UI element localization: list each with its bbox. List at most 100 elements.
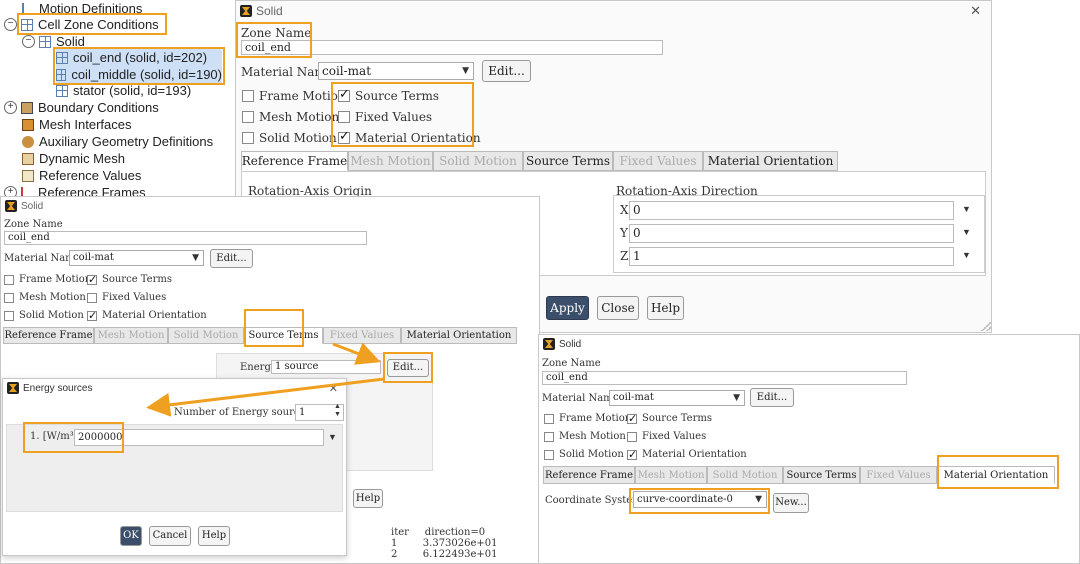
material-orientation-checkbox[interactable]: Material Orientation xyxy=(87,309,207,322)
checkbox-icon xyxy=(4,292,14,303)
axis-x-label: X xyxy=(620,203,629,217)
frame-motion-checkbox[interactable]: Frame Motion xyxy=(544,413,631,424)
boundary-icon xyxy=(21,101,33,114)
resize-grip-icon[interactable] xyxy=(981,321,991,331)
highlight-box xyxy=(23,422,124,453)
tab-mesh-motion[interactable]: Mesh Motion xyxy=(94,327,168,344)
help-button[interactable]: Help xyxy=(647,296,684,320)
zone-icon xyxy=(56,84,68,97)
material-select[interactable]: coil-mat xyxy=(318,62,474,80)
apply-button[interactable]: Apply xyxy=(546,296,589,320)
zone-name-label: Zone Name xyxy=(542,358,601,369)
console-row: 2 6.122493e+01 xyxy=(391,549,498,560)
collapse-icon[interactable]: − xyxy=(22,35,35,48)
fluent-logo-icon xyxy=(240,5,252,17)
edit-material-button[interactable]: Edit... xyxy=(750,388,794,407)
tab-material-orientation[interactable]: Material Orientation xyxy=(401,327,517,344)
geometry-icon xyxy=(22,135,34,148)
material-name-label: Material Name xyxy=(542,393,619,404)
new-coordinate-button[interactable]: New... xyxy=(773,493,809,513)
highlight-box xyxy=(244,309,304,347)
tab-fixed-values[interactable]: Fixed Values xyxy=(613,151,703,171)
zone-name-input[interactable]: coil_end xyxy=(4,231,367,245)
frame-motion-checkbox[interactable]: Frame Motion xyxy=(4,274,91,285)
close-icon[interactable]: ✕ xyxy=(970,3,981,19)
checkbox-icon xyxy=(544,431,554,442)
expand-icon[interactable]: + xyxy=(4,101,17,114)
ok-button[interactable]: OK xyxy=(120,526,142,546)
tab-mesh-motion[interactable]: Mesh Motion xyxy=(635,466,707,484)
checkbox-checked-icon xyxy=(627,412,637,425)
dropdown-arrow-icon[interactable]: ▼ xyxy=(328,432,337,442)
tab-source-terms[interactable]: Source Terms xyxy=(523,151,613,171)
help-button[interactable]: Help xyxy=(198,526,230,546)
tab-solid-motion[interactable]: Solid Motion xyxy=(168,327,244,344)
dialog-titlebar: Solid xyxy=(1,197,539,215)
tab-fixed-values[interactable]: Fixed Values xyxy=(860,466,937,484)
solid-motion-checkbox[interactable]: Solid Motion xyxy=(544,449,624,460)
checkbox-icon xyxy=(242,111,254,123)
highlight-box xyxy=(53,47,225,85)
close-button[interactable]: Close xyxy=(597,296,639,320)
material-select[interactable]: coil-mat xyxy=(69,250,204,266)
direction-y-input[interactable]: 0 xyxy=(629,224,954,243)
direction-x-input[interactable]: 0 xyxy=(629,201,954,220)
tree-item-mesh-interfaces[interactable]: Mesh Interfaces xyxy=(22,116,132,133)
checkbox-icon xyxy=(242,132,254,144)
tab-reference-frame[interactable]: Reference Frame xyxy=(3,327,94,344)
tab-reference-frame[interactable]: Reference Frame xyxy=(241,151,348,171)
tab-material-orientation[interactable]: Material Orientation xyxy=(703,151,838,171)
tab-mesh-motion[interactable]: Mesh Motion xyxy=(348,151,433,171)
fixed-values-checkbox[interactable]: Fixed Values xyxy=(627,431,706,442)
mesh-interface-icon xyxy=(22,118,34,131)
dialog-titlebar: Solid xyxy=(539,335,1079,353)
highlight-box xyxy=(236,22,312,58)
cancel-button[interactable]: Cancel xyxy=(149,526,191,546)
checkbox-icon xyxy=(87,292,97,303)
mesh-motion-checkbox[interactable]: Mesh Motion xyxy=(4,292,86,303)
checkbox-icon xyxy=(4,310,14,321)
dialog-titlebar: Energy sources ✕ xyxy=(3,379,346,397)
checkbox-icon xyxy=(544,413,554,424)
dialog-titlebar: Solid ✕ xyxy=(236,1,991,21)
tab-solid-motion[interactable]: Solid Motion xyxy=(707,466,783,484)
fixed-values-checkbox[interactable]: Fixed Values xyxy=(87,292,166,303)
zone-name-input[interactable]: coil_end xyxy=(542,371,907,385)
edit-material-button[interactable]: Edit... xyxy=(482,60,531,82)
source-terms-checkbox[interactable]: Source Terms xyxy=(87,273,172,286)
checkbox-icon xyxy=(627,431,637,442)
axis-z-label: Z xyxy=(620,249,629,263)
edit-material-button[interactable]: Edit... xyxy=(210,249,253,268)
tree-item-boundary-conditions[interactable]: + Boundary Conditions xyxy=(4,99,159,116)
solid-motion-checkbox[interactable]: Solid Motion xyxy=(4,310,84,321)
fluent-logo-icon xyxy=(543,338,555,350)
console-header: iter direction=0 xyxy=(391,527,486,538)
mesh-motion-checkbox[interactable]: Mesh Motion xyxy=(242,110,339,124)
tree-item-reference-values[interactable]: Reference Values xyxy=(22,167,141,184)
tree-item-auxiliary-geometry[interactable]: Auxiliary Geometry Definitions xyxy=(22,133,213,150)
direction-z-input[interactable]: 1 xyxy=(629,247,954,266)
tree-item-dynamic-mesh[interactable]: Dynamic Mesh xyxy=(22,150,125,167)
tab-solid-motion[interactable]: Solid Motion xyxy=(433,151,523,171)
solid-motion-checkbox[interactable]: Solid Motion xyxy=(242,131,337,145)
highlight-box xyxy=(17,13,167,35)
source-terms-checkbox[interactable]: Source Terms xyxy=(627,412,712,425)
solid-dialog-orientation: Solid Zone Name coil_end Material Name c… xyxy=(538,334,1080,564)
material-select[interactable]: coil-mat xyxy=(609,390,745,406)
spinner-icon[interactable]: ▲ ▼ xyxy=(334,403,341,419)
checkbox-checked-icon xyxy=(627,448,637,461)
help-button[interactable]: Help xyxy=(353,489,383,508)
tab-source-terms[interactable]: Source Terms xyxy=(783,466,860,484)
mesh-motion-checkbox[interactable]: Mesh Motion xyxy=(544,431,626,442)
checkbox-icon xyxy=(242,90,254,102)
collapse-icon[interactable]: − xyxy=(4,18,17,31)
close-icon[interactable]: ✕ xyxy=(329,382,338,395)
dropdown-arrow-icon[interactable]: ▼ xyxy=(962,227,971,237)
material-orientation-checkbox[interactable]: Material Orientation xyxy=(627,448,747,461)
tab-fixed-values[interactable]: Fixed Values xyxy=(323,327,401,344)
num-sources-label: Number of Energy sources xyxy=(174,407,311,418)
tab-reference-frame[interactable]: Reference Frame xyxy=(543,466,635,484)
dropdown-arrow-icon[interactable]: ▼ xyxy=(962,250,971,260)
energy-sources-field: 1 source xyxy=(271,360,381,374)
dropdown-arrow-icon[interactable]: ▼ xyxy=(962,204,971,214)
